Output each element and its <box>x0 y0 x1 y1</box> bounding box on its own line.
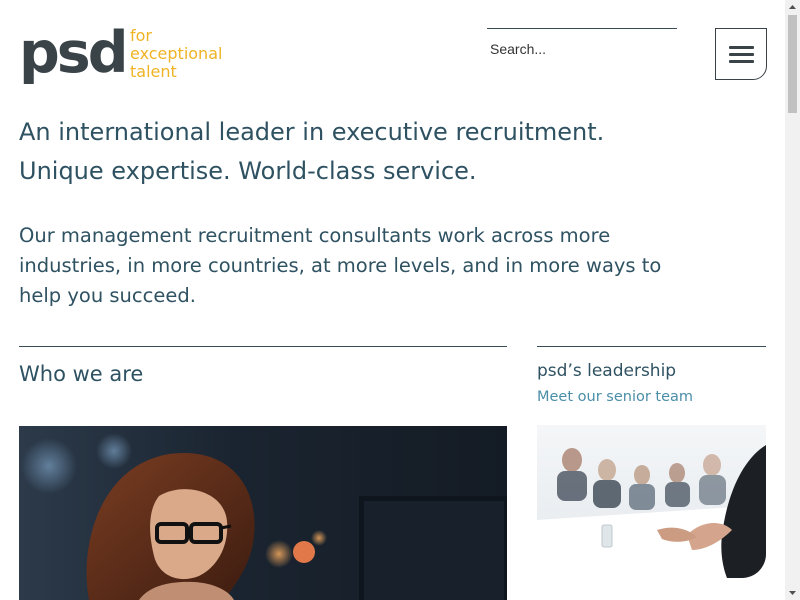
logo-tagline-line: for <box>130 26 152 45</box>
headline-line: An international leader in executive rec… <box>19 118 605 146</box>
meet-senior-team-link[interactable]: Meet our senior team <box>537 389 693 405</box>
leadership-heading[interactable]: psd’s leadership <box>537 361 676 381</box>
scroll-down-arrow-icon[interactable] <box>785 585 800 600</box>
logo-tagline-line: talent <box>130 62 177 81</box>
scrollbar-thumb[interactable] <box>788 15 797 113</box>
meeting-image <box>537 425 766 578</box>
divider <box>19 346 507 347</box>
who-we-are-heading[interactable]: Who we are <box>19 362 143 386</box>
search-input[interactable] <box>487 37 677 61</box>
leadership-photo[interactable] <box>537 425 766 578</box>
hero-headline: An international leader in executive rec… <box>19 113 719 191</box>
psd-logo[interactable]: psd for exceptional talent <box>19 23 249 87</box>
scroll-up-arrow-icon[interactable] <box>785 0 800 15</box>
search-box <box>487 28 677 68</box>
menu-button[interactable] <box>715 28 767 80</box>
headline-line: Unique expertise. World-class service. <box>19 157 477 185</box>
who-we-are-photo[interactable] <box>19 426 507 600</box>
logo-tagline: for exceptional talent <box>130 27 222 81</box>
page: psd for exceptional talent An internatio… <box>0 0 785 600</box>
divider <box>537 346 766 347</box>
woman-at-computer-image <box>19 426 507 600</box>
logo-tagline-line: exceptional <box>130 44 223 63</box>
vertical-scrollbar[interactable] <box>785 0 800 600</box>
logo-wordmark: psd <box>19 20 129 86</box>
hero-intro: Our management recruitment consultants w… <box>19 224 662 307</box>
